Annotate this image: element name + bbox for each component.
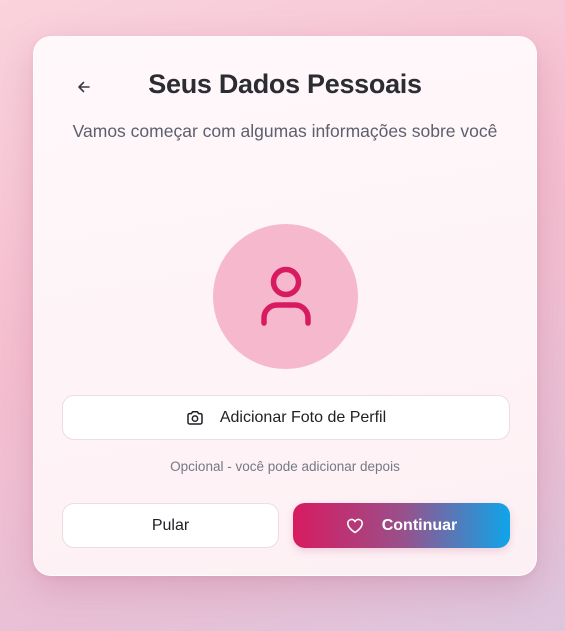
camera-icon bbox=[187, 410, 203, 425]
skip-button[interactable]: Pular bbox=[62, 503, 279, 548]
avatar-placeholder[interactable] bbox=[213, 224, 358, 369]
continue-button[interactable]: Continuar bbox=[293, 503, 510, 548]
optional-hint: Opcional - você pode adicionar depois bbox=[170, 459, 400, 474]
add-photo-label: Adicionar Foto de Perfil bbox=[219, 408, 387, 426]
heart-icon bbox=[346, 518, 363, 533]
add-photo-button[interactable]: Adicionar Foto de Perfil bbox=[62, 395, 510, 440]
onboarding-card: Seus Dados Pessoais Vamos começar com al… bbox=[33, 36, 537, 576]
page-subtitle: Vamos começar com algumas informações so… bbox=[72, 121, 498, 141]
page-title: Seus Dados Pessoais bbox=[148, 69, 422, 99]
continue-label: Continuar bbox=[381, 516, 458, 534]
user-icon bbox=[260, 266, 311, 326]
